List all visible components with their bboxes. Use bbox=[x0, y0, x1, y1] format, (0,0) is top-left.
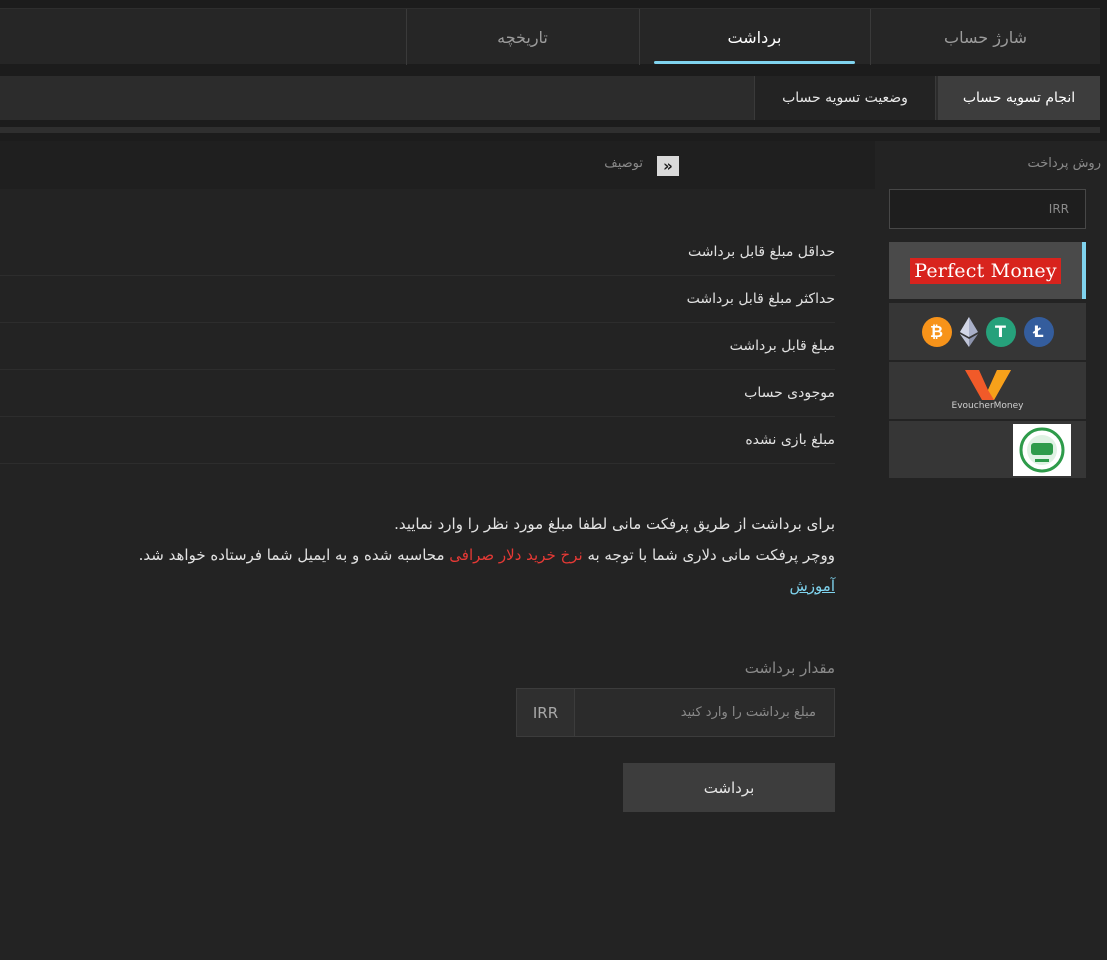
perfect-money-logo: Perfect Money bbox=[910, 257, 1061, 284]
evoucher-label: EvoucherMoney bbox=[951, 401, 1024, 411]
unplayed-amount-label: مبلغ بازی نشده bbox=[745, 432, 835, 448]
green-seal-icon bbox=[1019, 427, 1065, 472]
list-item: مبلغ بازی نشده bbox=[0, 417, 835, 464]
tether-icon: T bbox=[985, 316, 1016, 347]
green-badge-logo bbox=[1013, 423, 1071, 476]
main-tabs: شارژ حساب برداشت تاریخچه bbox=[0, 8, 1100, 65]
tutorial-link[interactable]: آموزش bbox=[789, 577, 835, 595]
withdraw-button[interactable]: برداشت bbox=[623, 763, 835, 812]
amount-input-group: IRR bbox=[516, 688, 835, 737]
min-withdraw-label: حداقل مبلغ قابل برداشت bbox=[687, 244, 835, 260]
account-balance-label: موجودی حساب bbox=[744, 385, 835, 401]
evoucher-logo: EvoucherMoney bbox=[951, 370, 1024, 411]
ethereum-icon bbox=[959, 316, 978, 347]
list-item: حداقل مبلغ قابل برداشت bbox=[0, 229, 835, 276]
tab-history[interactable]: تاریخچه bbox=[406, 9, 638, 65]
subtab-settlement-status[interactable]: وضعیت تسویه حساب bbox=[754, 76, 936, 120]
list-item: حداکثر مبلغ قابل برداشت bbox=[0, 276, 835, 323]
max-withdraw-label: حداکثر مبلغ قابل برداشت bbox=[686, 291, 835, 307]
exchange-rate-highlight: نرخ خرید دلار صرافی bbox=[449, 546, 583, 564]
sub-tabs-divider bbox=[0, 127, 1100, 133]
payment-method-other[interactable] bbox=[889, 421, 1086, 478]
notice-line-1: برای برداشت از طریق پرفکت مانی لطفا مبلغ… bbox=[394, 515, 835, 533]
payment-method-label: روش پرداخت bbox=[1027, 156, 1101, 171]
description-header: « توصیف bbox=[0, 141, 875, 189]
notice-text: ووچر پرفکت مانی دلاری شما با توجه به bbox=[582, 546, 835, 564]
withdraw-content: روش پرداخت « توصیف Perfect Money ₿ T Ł bbox=[0, 141, 1107, 960]
tab-charge-account[interactable]: شارژ حساب bbox=[870, 9, 1100, 65]
payment-method-evoucher[interactable]: EvoucherMoney bbox=[889, 362, 1086, 419]
amount-input[interactable] bbox=[575, 689, 834, 736]
subtab-do-settlement[interactable]: انجام تسویه حساب bbox=[938, 76, 1100, 120]
list-item: موجودی حساب bbox=[0, 370, 835, 417]
crypto-logos: ₿ T Ł bbox=[921, 316, 1054, 347]
list-item: مبلغ قابل برداشت bbox=[0, 323, 835, 370]
payment-method-crypto[interactable]: ₿ T Ł bbox=[889, 303, 1086, 360]
tab-withdraw[interactable]: برداشت bbox=[639, 9, 869, 65]
app-root: شارژ حساب برداشت تاریخچه انجام تسویه حسا… bbox=[0, 0, 1107, 960]
bitcoin-icon: ₿ bbox=[921, 316, 952, 347]
payment-method-perfect-money[interactable]: Perfect Money bbox=[889, 242, 1086, 299]
amount-label: مقدار برداشت bbox=[744, 659, 835, 677]
withdraw-limits-list: حداقل مبلغ قابل برداشت حداکثر مبلغ قابل … bbox=[0, 229, 835, 464]
withdrawable-amount-label: مبلغ قابل برداشت bbox=[729, 338, 835, 354]
notice-line-2: ووچر پرفکت مانی دلاری شما با توجه به نرخ… bbox=[10, 540, 835, 571]
description-title: توصیف bbox=[604, 156, 643, 171]
double-chevron-icon[interactable]: « bbox=[657, 156, 679, 176]
currency-field[interactable] bbox=[889, 189, 1086, 229]
currency-addon: IRR bbox=[517, 689, 575, 736]
sub-tabs: انجام تسویه حساب وضعیت تسویه حساب bbox=[0, 76, 1100, 120]
withdraw-notice: برای برداشت از طریق پرفکت مانی لطفا مبلغ… bbox=[0, 509, 835, 602]
litecoin-icon: Ł bbox=[1023, 316, 1054, 347]
notice-text: محاسبه شده و به ایمیل شما فرستاده خواهد … bbox=[138, 546, 450, 564]
evoucher-v-icon bbox=[964, 370, 1011, 400]
